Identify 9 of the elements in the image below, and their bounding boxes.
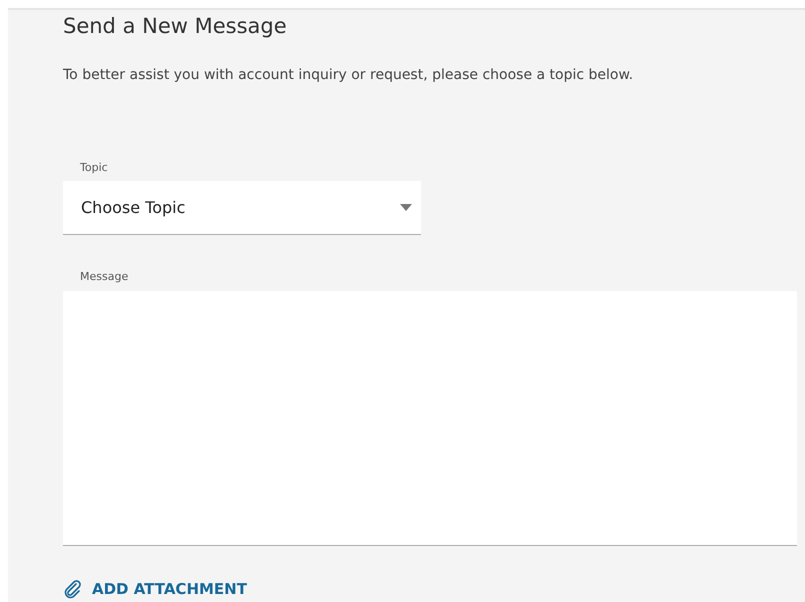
paperclip-icon [63,579,83,599]
instructions-text: To better assist you with account inquiry or request, please choose a topic below. [63,66,634,84]
caret-icon [400,204,412,211]
message-label: Message [80,270,128,283]
page-title: Send a New Message [63,13,288,39]
topic-label: Topic [80,161,108,174]
add-attachment-link[interactable]: ADD ATTACHMENT [63,579,247,599]
topic-dropdown[interactable]: Choose Topic [63,181,421,235]
message-field[interactable] [63,291,797,546]
